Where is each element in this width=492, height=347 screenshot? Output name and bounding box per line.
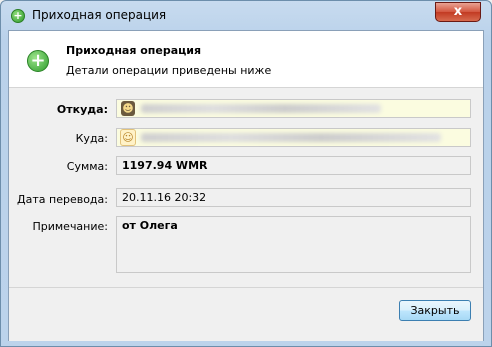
to-label: Куда: [75,132,108,145]
dialog-window: + Приходная операция x + Приходная опера… [0,0,492,347]
amount-value: 1197.94 WMR [122,159,208,172]
close-button[interactable]: Закрыть [399,300,471,321]
date-label: Дата перевода: [17,193,108,206]
user-icon: ☻ [121,101,135,116]
green-plus-icon: + [27,50,49,72]
header-subtitle: Детали операции приведены ниже [66,64,272,77]
window-title: Приходная операция [32,8,167,22]
window-close-button[interactable]: x [435,2,481,22]
user-outline-icon: ☺ [120,129,136,146]
amount-field[interactable]: 1197.94 WMR [116,156,471,175]
date-value: 20.11.16 20:32 [122,191,207,204]
date-field[interactable]: 20.11.16 20:32 [116,188,471,207]
from-field[interactable]: ☻ [116,99,471,118]
to-wmid-blurred [141,133,441,142]
note-field[interactable]: от Олега [116,216,471,273]
from-wmid-blurred [141,104,381,113]
header-title: Приходная операция [66,44,202,57]
dialog-footer: Закрыть [9,287,483,341]
dialog-header: + Приходная операция Детали операции при… [9,31,483,88]
note-label: Примечание: [32,220,108,233]
amount-label: Сумма: [66,160,108,173]
note-value: от Олега [122,219,178,232]
dialog-content: + Приходная операция Детали операции при… [8,30,484,341]
from-label: Откуда: [56,103,108,116]
to-field[interactable]: ☺ [116,128,471,147]
green-plus-icon: + [11,9,25,23]
title-bar[interactable]: + Приходная операция x [1,1,491,29]
